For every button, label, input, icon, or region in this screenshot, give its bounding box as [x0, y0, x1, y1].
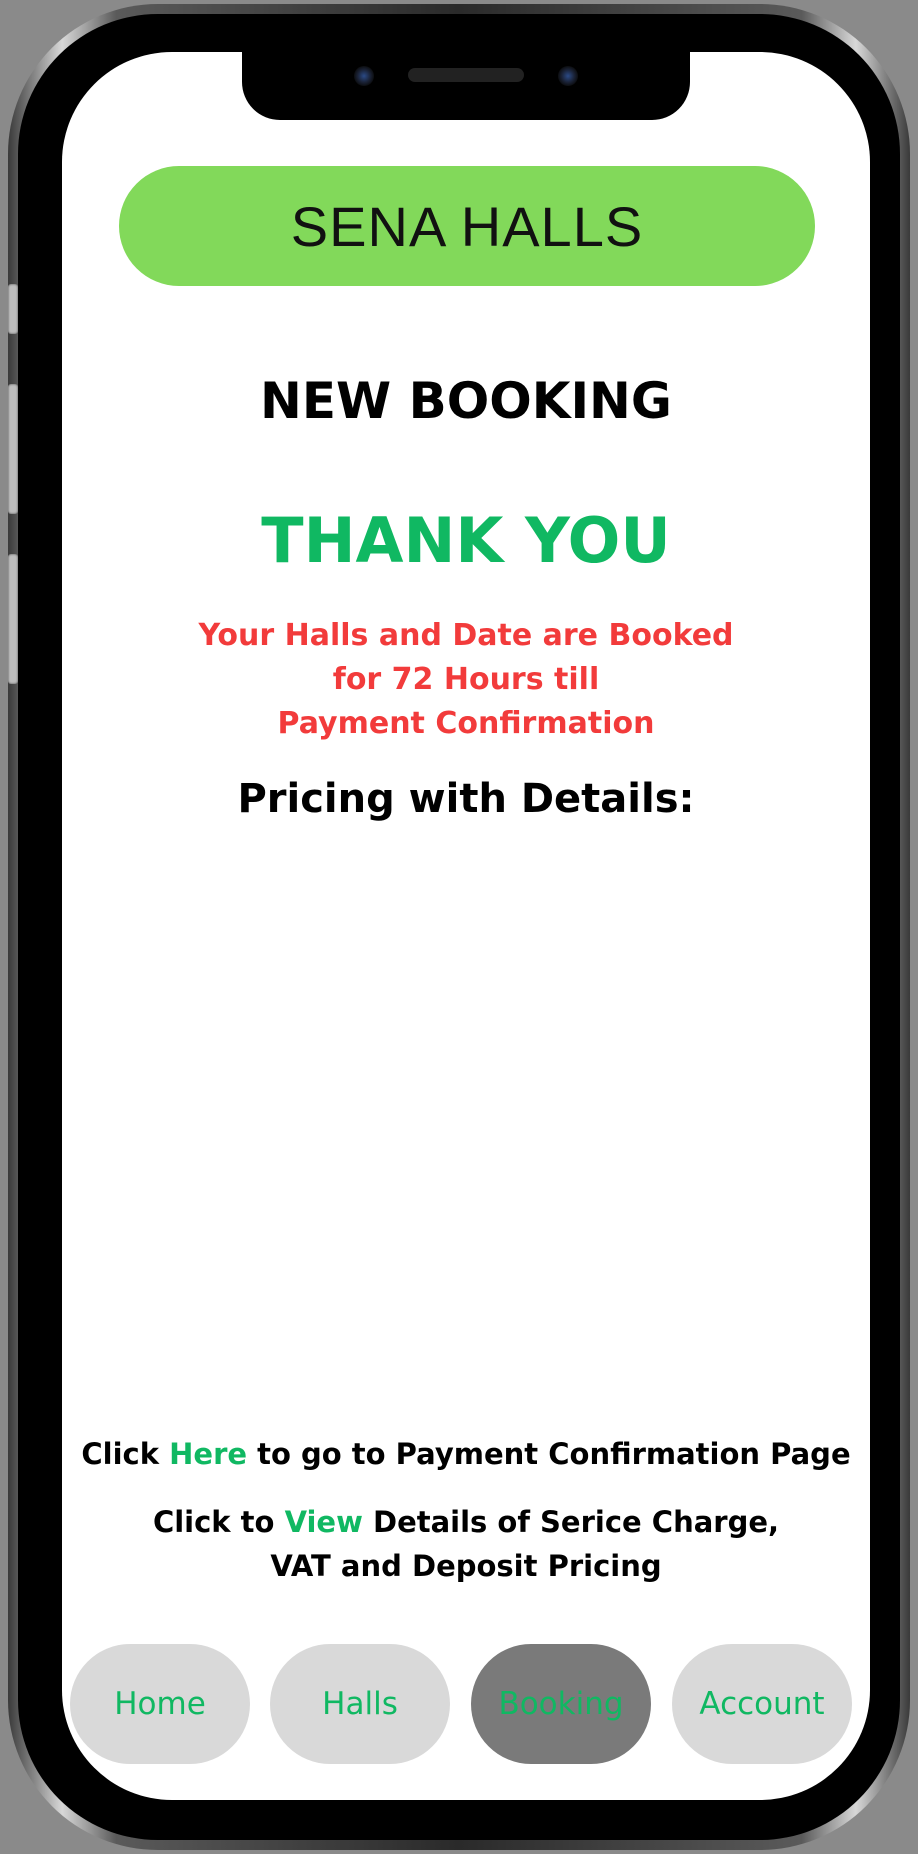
- app-screen: SENA HALLS NEW BOOKING THANK YOU Your Ha…: [62, 52, 870, 1800]
- speaker-grille: [408, 68, 524, 82]
- app-header: SENA HALLS: [119, 166, 815, 286]
- view-details-text: Click to View Details of Serice Charge, …: [62, 1500, 870, 1588]
- thank-you-heading: THANK YOU: [261, 504, 671, 577]
- view-link-suffix: Details of Serice Charge,: [362, 1505, 780, 1539]
- side-button-volume-up: [8, 384, 18, 514]
- nav-halls-button[interactable]: Halls: [270, 1644, 450, 1764]
- sensor-icon: [558, 66, 578, 86]
- side-button-volume-down: [8, 554, 18, 684]
- view-details-line-2: VAT and Deposit Pricing: [270, 1549, 662, 1583]
- booking-status-line: Your Halls and Date are Booked: [198, 618, 734, 653]
- booking-status-message: Your Halls and Date are Booked for 72 Ho…: [62, 614, 870, 746]
- page-title: NEW BOOKING: [260, 372, 672, 430]
- bottom-navigation: Home Halls Booking Account: [70, 1644, 862, 1764]
- nav-account-button[interactable]: Account: [672, 1644, 852, 1764]
- booking-status-line: for 72 Hours till: [332, 662, 600, 697]
- view-details-line-1: Click to View Details of Serice Charge,: [62, 1500, 870, 1544]
- payment-link-text: Click Here to go to Payment Confirmation…: [62, 1432, 870, 1476]
- app-title: SENA HALLS: [290, 194, 644, 258]
- phone-notch: [242, 52, 690, 120]
- pricing-details-area: [102, 852, 830, 1412]
- payment-here-link[interactable]: Here: [169, 1437, 247, 1471]
- booking-status-line: Payment Confirmation: [277, 706, 655, 741]
- payment-link-suffix: to go to Payment Confirmation Page: [247, 1437, 851, 1471]
- view-link-prefix: Click to: [152, 1505, 285, 1539]
- view-details-link[interactable]: View: [285, 1505, 363, 1539]
- nav-booking-button[interactable]: Booking: [471, 1644, 651, 1764]
- camera-icon: [354, 66, 374, 86]
- pricing-heading: Pricing with Details:: [237, 776, 695, 822]
- nav-home-button[interactable]: Home: [70, 1644, 250, 1764]
- side-button-mute: [8, 284, 18, 334]
- payment-link-prefix: Click: [81, 1437, 170, 1471]
